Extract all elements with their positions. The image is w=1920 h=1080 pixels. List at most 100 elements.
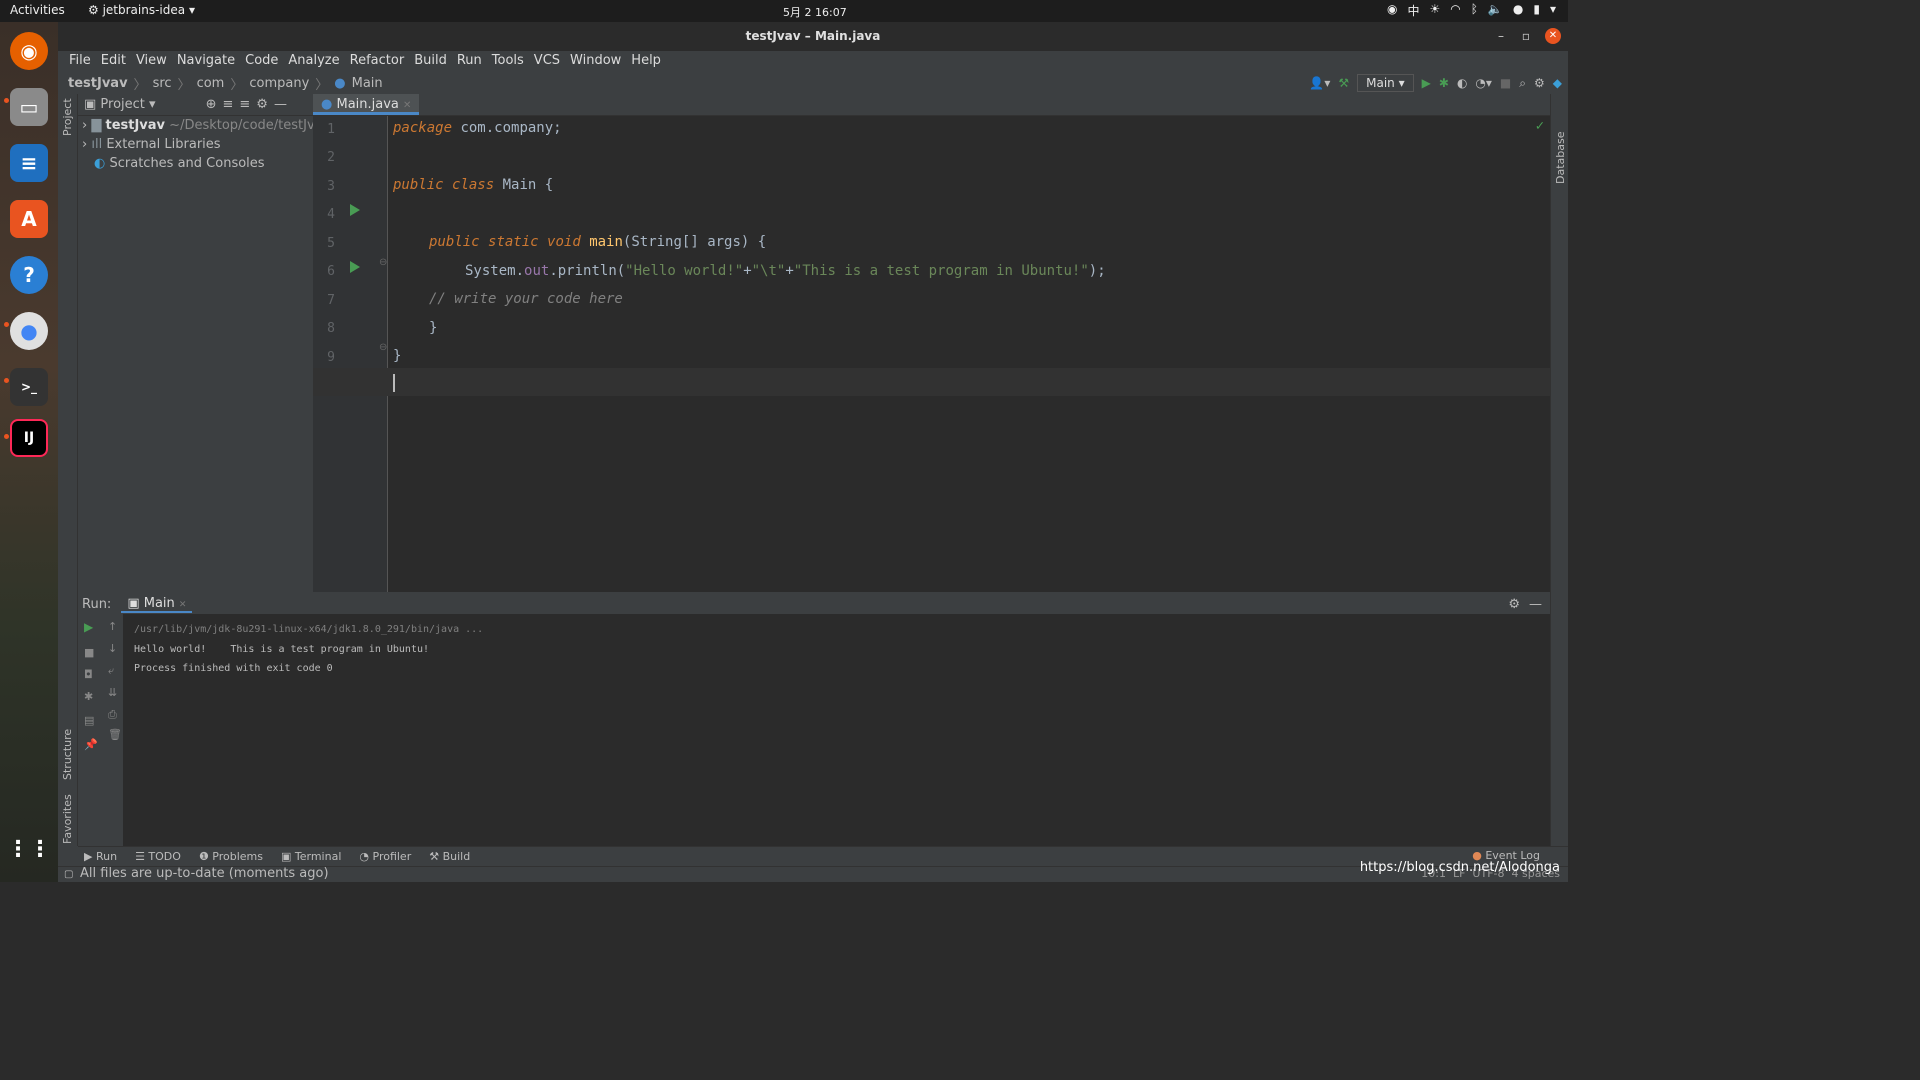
down-arrow-icon[interactable]: ↓ — [108, 642, 117, 655]
close-tab-icon[interactable]: ✕ — [403, 100, 411, 111]
line-number: 6 — [327, 264, 335, 279]
structure-tool-button[interactable]: Structure — [61, 729, 74, 780]
console-output[interactable]: /usr/lib/jvm/jdk-8u291-linux-x64/jdk1.8.… — [134, 620, 483, 679]
breadcrumb-com[interactable]: com — [197, 76, 225, 91]
chrome-tray-icon[interactable]: ◉ — [1387, 2, 1397, 19]
debug-icon[interactable]: ✱ — [1439, 76, 1449, 90]
close-button[interactable]: ✕ — [1545, 28, 1561, 44]
maximize-button[interactable]: ▫ — [1522, 22, 1530, 51]
menu-view[interactable]: View — [131, 51, 172, 72]
menu-refactor[interactable]: Refactor — [345, 51, 410, 72]
fold-icon[interactable]: ⊖ — [379, 342, 387, 353]
system-top-bar: Activities ⚙ jetbrains-idea ▾ 5月 2 16:07… — [0, 0, 1568, 22]
clock[interactable]: 5月 2 16:07 — [783, 4, 847, 20]
menu-tools[interactable]: Tools — [487, 51, 529, 72]
close-tab-icon[interactable]: ✕ — [179, 600, 187, 610]
rerun-icon[interactable]: ▶ — [84, 620, 93, 634]
breadcrumb-main[interactable]: Main — [352, 76, 383, 91]
settings-icon[interactable]: ⚙ — [1534, 76, 1545, 90]
camera-icon[interactable]: ◘ — [84, 668, 93, 681]
vcs-user-icon[interactable]: 👤▾ — [1309, 76, 1330, 90]
menu-window[interactable]: Window — [565, 51, 626, 72]
watermark: https://blog.csdn.net/Alodonga — [1359, 860, 1560, 875]
gear-icon[interactable]: ⚙ — [256, 97, 268, 112]
chevron-right-icon[interactable]: › — [82, 118, 87, 133]
soft-wrap-icon[interactable]: ⤶ — [108, 664, 114, 678]
writer-icon[interactable]: ≡ — [10, 144, 48, 182]
fold-icon[interactable]: ⊖ — [379, 257, 387, 268]
menu-run[interactable]: Run — [452, 51, 487, 72]
chevron-right-icon[interactable]: › — [82, 137, 87, 152]
expand-all-icon[interactable]: ≡ — [222, 97, 233, 112]
line-number: 1 — [327, 122, 335, 137]
intellij-idea-icon[interactable]: IJ — [10, 419, 48, 457]
collapse-all-icon[interactable]: ≡ — [239, 97, 250, 112]
print-icon[interactable]: ⎙ — [108, 708, 117, 722]
app-menu[interactable]: ⚙ jetbrains-idea ▾ — [88, 3, 195, 17]
hide-icon[interactable]: — — [1529, 597, 1542, 612]
run-main-gutter-icon[interactable] — [350, 261, 360, 273]
tree-item-scratches[interactable]: ◐ Scratches and Consoles — [78, 154, 313, 173]
tool-tab-build[interactable]: ⚒ Build — [429, 850, 470, 863]
up-arrow-icon[interactable]: ↑ — [108, 620, 117, 633]
menu-vcs[interactable]: VCS — [529, 51, 565, 72]
system-tray[interactable]: ◉ 中 ☀ ◠ ᛒ 🔈 ● ▮ ▾ — [1387, 2, 1556, 19]
tool-tab-problems[interactable]: ❶ Problems — [199, 850, 263, 863]
favorites-tool-button[interactable]: Favorites — [61, 794, 74, 844]
chrome-icon[interactable]: ● — [10, 312, 48, 350]
profile-icon[interactable]: ◔▾ — [1475, 76, 1492, 90]
menu-analyze[interactable]: Analyze — [283, 51, 344, 72]
build-hammer-icon[interactable]: ⚒ — [1338, 76, 1349, 90]
menu-navigate[interactable]: Navigate — [172, 51, 240, 72]
menu-edit[interactable]: Edit — [96, 51, 131, 72]
activities-button[interactable]: Activities — [10, 3, 65, 17]
breadcrumb-company[interactable]: company — [249, 76, 309, 91]
locate-icon[interactable]: ⊕ — [206, 97, 217, 112]
menu-code[interactable]: Code — [240, 51, 283, 72]
run-tab-main[interactable]: ▣ Main ✕ — [121, 596, 193, 613]
tab-main-java[interactable]: ● Main.java ✕ — [313, 94, 420, 115]
database-tool-button[interactable]: Database — [1554, 132, 1567, 185]
search-icon[interactable]: ⌕ — [1519, 76, 1526, 91]
minimize-button[interactable]: – — [1498, 22, 1504, 51]
stop-icon[interactable]: ■ — [1500, 76, 1511, 90]
terminal-icon[interactable]: >_ — [10, 368, 48, 406]
tree-item-project[interactable]: › ▇ testJvav ~/Desktop/code/testJvav — [78, 116, 330, 135]
code-editor[interactable]: package com.company; public class Main {… — [313, 116, 1550, 592]
tree-item-external-libraries[interactable]: › ıll External Libraries — [78, 135, 313, 154]
tool-tab-todo[interactable]: ☰ TODO — [135, 850, 181, 863]
scroll-to-end-icon[interactable]: ⇊ — [108, 686, 117, 699]
menu-file[interactable]: File — [64, 51, 96, 72]
breadcrumb-project[interactable]: testJvav — [68, 76, 128, 91]
stop-icon[interactable]: ■ — [84, 646, 94, 659]
run-configuration-select[interactable]: Main ▾ — [1357, 74, 1414, 92]
jetbrains-toolbox-icon[interactable]: ◆ — [1553, 76, 1562, 90]
tool-tab-run[interactable]: ▶ Run — [84, 850, 117, 863]
run-class-gutter-icon[interactable] — [350, 204, 360, 216]
menu-help[interactable]: Help — [626, 51, 666, 72]
pin-icon[interactable]: 📌 — [84, 738, 98, 751]
software-center-icon[interactable]: A — [10, 200, 48, 238]
menu-build[interactable]: Build — [409, 51, 452, 72]
help-icon[interactable]: ? — [10, 256, 48, 294]
tool-tab-profiler[interactable]: ◔ Profiler — [359, 850, 411, 863]
tool-tab-terminal[interactable]: ▣ Terminal — [281, 850, 341, 863]
files-icon[interactable]: ▭ — [10, 88, 48, 126]
coverage-icon[interactable]: ◐ — [1457, 76, 1467, 90]
hide-icon[interactable]: — — [274, 97, 287, 112]
run-icon[interactable]: ▶ — [1422, 76, 1431, 90]
inspection-ok-icon[interactable]: ✓ — [1536, 118, 1544, 134]
trash-icon[interactable]: 🗑 — [108, 728, 122, 741]
show-applications-icon[interactable]: ⋮⋮ — [7, 830, 51, 868]
project-view-selector[interactable]: ▣ Project ▾ — [84, 97, 156, 112]
editor-gutter[interactable]: 1 2 3 4 5 6 7 8 9 10 ⊖ ⊖ — [313, 116, 388, 592]
breadcrumb-src[interactable]: src — [153, 76, 172, 91]
firefox-icon[interactable]: ◉ — [10, 32, 48, 70]
ime-indicator[interactable]: 中 — [1407, 2, 1419, 19]
power-menu-icon[interactable]: ▾ — [1550, 2, 1556, 19]
debug-icon[interactable]: ✱ — [84, 690, 93, 703]
gear-icon[interactable]: ⚙ — [1508, 597, 1520, 612]
layout-icon[interactable]: ▤ — [84, 714, 94, 727]
project-tool-button[interactable]: Project — [61, 98, 74, 136]
status-toggle-icon[interactable]: ▢ — [64, 868, 73, 882]
